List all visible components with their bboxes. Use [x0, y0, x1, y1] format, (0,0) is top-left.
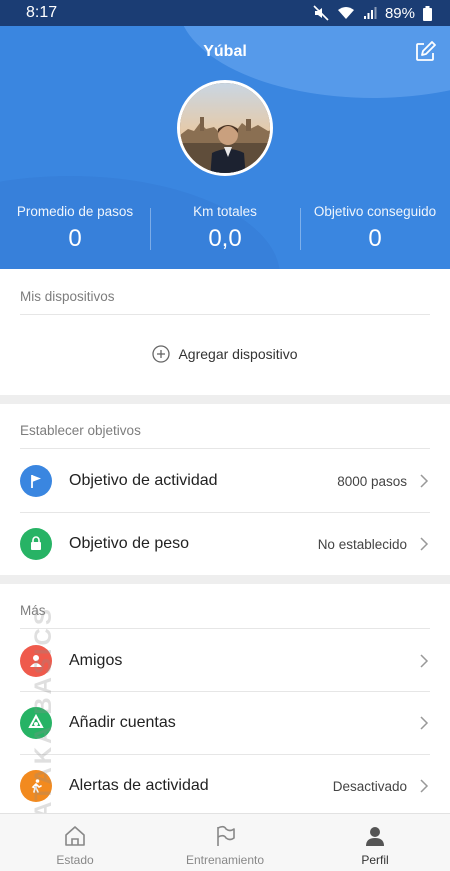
avatar[interactable] — [177, 80, 273, 176]
signal-icon — [363, 7, 377, 19]
flag-icon — [20, 465, 52, 497]
chevron-right-icon — [420, 537, 429, 551]
row-label: Añadir cuentas — [69, 714, 176, 731]
stat-label: Promedio de pasos — [16, 204, 134, 219]
stats-row: Promedio de pasos 0 Km totales 0,0 Objet… — [0, 204, 450, 253]
activity-alerts-row[interactable]: Alertas de actividad Desactivado — [0, 755, 450, 817]
plus-circle-icon — [152, 345, 171, 363]
chevron-right-icon — [420, 779, 429, 793]
row-value: No establecido — [317, 536, 407, 552]
stat-goals-achieved: Objetivo conseguido 0 — [300, 204, 450, 253]
profile-icon — [366, 827, 384, 846]
home-icon — [65, 826, 85, 846]
watermark: XATAKA BASICS — [30, 606, 57, 838]
section-gap — [0, 395, 450, 404]
nav-item-entrenamiento[interactable]: Entrenamiento — [150, 814, 300, 871]
row-value: Desactivado — [332, 778, 407, 794]
stat-value: 0 — [368, 225, 382, 252]
stat-total-km: Km totales 0,0 — [150, 204, 300, 253]
devices-section-title: Mis dispositivos — [20, 289, 115, 304]
edit-icon[interactable] — [414, 41, 436, 63]
bag-icon — [20, 528, 52, 560]
add-device-label: Agregar dispositivo — [178, 346, 298, 362]
stat-label: Km totales — [193, 204, 257, 219]
row-value: 8000 pasos — [337, 473, 407, 489]
nav-label: Estado — [56, 853, 94, 867]
row-label: Amigos — [69, 652, 123, 669]
user-name: Yúbal — [203, 43, 247, 60]
nav-item-estado[interactable]: Estado — [0, 814, 150, 871]
add-device-button[interactable]: Agregar dispositivo — [0, 345, 450, 363]
stat-value: 0,0 — [208, 225, 242, 252]
row-label: Objetivo de peso — [69, 535, 190, 552]
wifi-icon — [337, 7, 354, 19]
stat-average-steps: Promedio de pasos 0 — [0, 204, 150, 253]
divider — [20, 628, 430, 629]
chevron-right-icon — [420, 474, 429, 488]
add-accounts-row[interactable]: Añadir cuentas — [0, 692, 450, 754]
profile-header: Yúbal Promedio de pasos 0 Km totales 0,0… — [0, 26, 450, 269]
row-label: Objetivo de actividad — [69, 472, 218, 489]
stat-label: Objetivo conseguido — [313, 204, 437, 219]
divider — [20, 448, 430, 449]
chevron-right-icon — [420, 716, 429, 730]
battery-percent: 89% — [384, 4, 415, 22]
chevron-right-icon — [420, 654, 429, 668]
row-label: Alertas de actividad — [69, 777, 209, 794]
avatar-photo — [180, 83, 270, 173]
divider — [20, 314, 430, 315]
status-time: 8:17 — [26, 4, 58, 21]
nav-item-perfil[interactable]: Perfil — [300, 814, 450, 871]
status-icons: 89% — [313, 5, 432, 22]
goal-activity-row[interactable]: Objetivo de actividad 8000 pasos — [0, 450, 450, 512]
flag-outline-icon — [217, 825, 235, 846]
section-gap — [0, 575, 450, 584]
mute-icon — [313, 5, 329, 21]
goals-section-title: Establecer objetivos — [20, 423, 141, 438]
bottom-nav: Estado Entrenamiento Perfil — [0, 813, 450, 871]
nav-label: Entrenamiento — [185, 853, 265, 867]
stat-value: 0 — [68, 225, 82, 252]
nav-label: Perfil — [361, 853, 389, 867]
goal-weight-row[interactable]: Objetivo de peso No establecido — [0, 513, 450, 575]
battery-icon — [423, 5, 432, 21]
friends-row[interactable]: Amigos — [0, 630, 450, 692]
status-bar: 8:17 89% — [0, 0, 450, 26]
